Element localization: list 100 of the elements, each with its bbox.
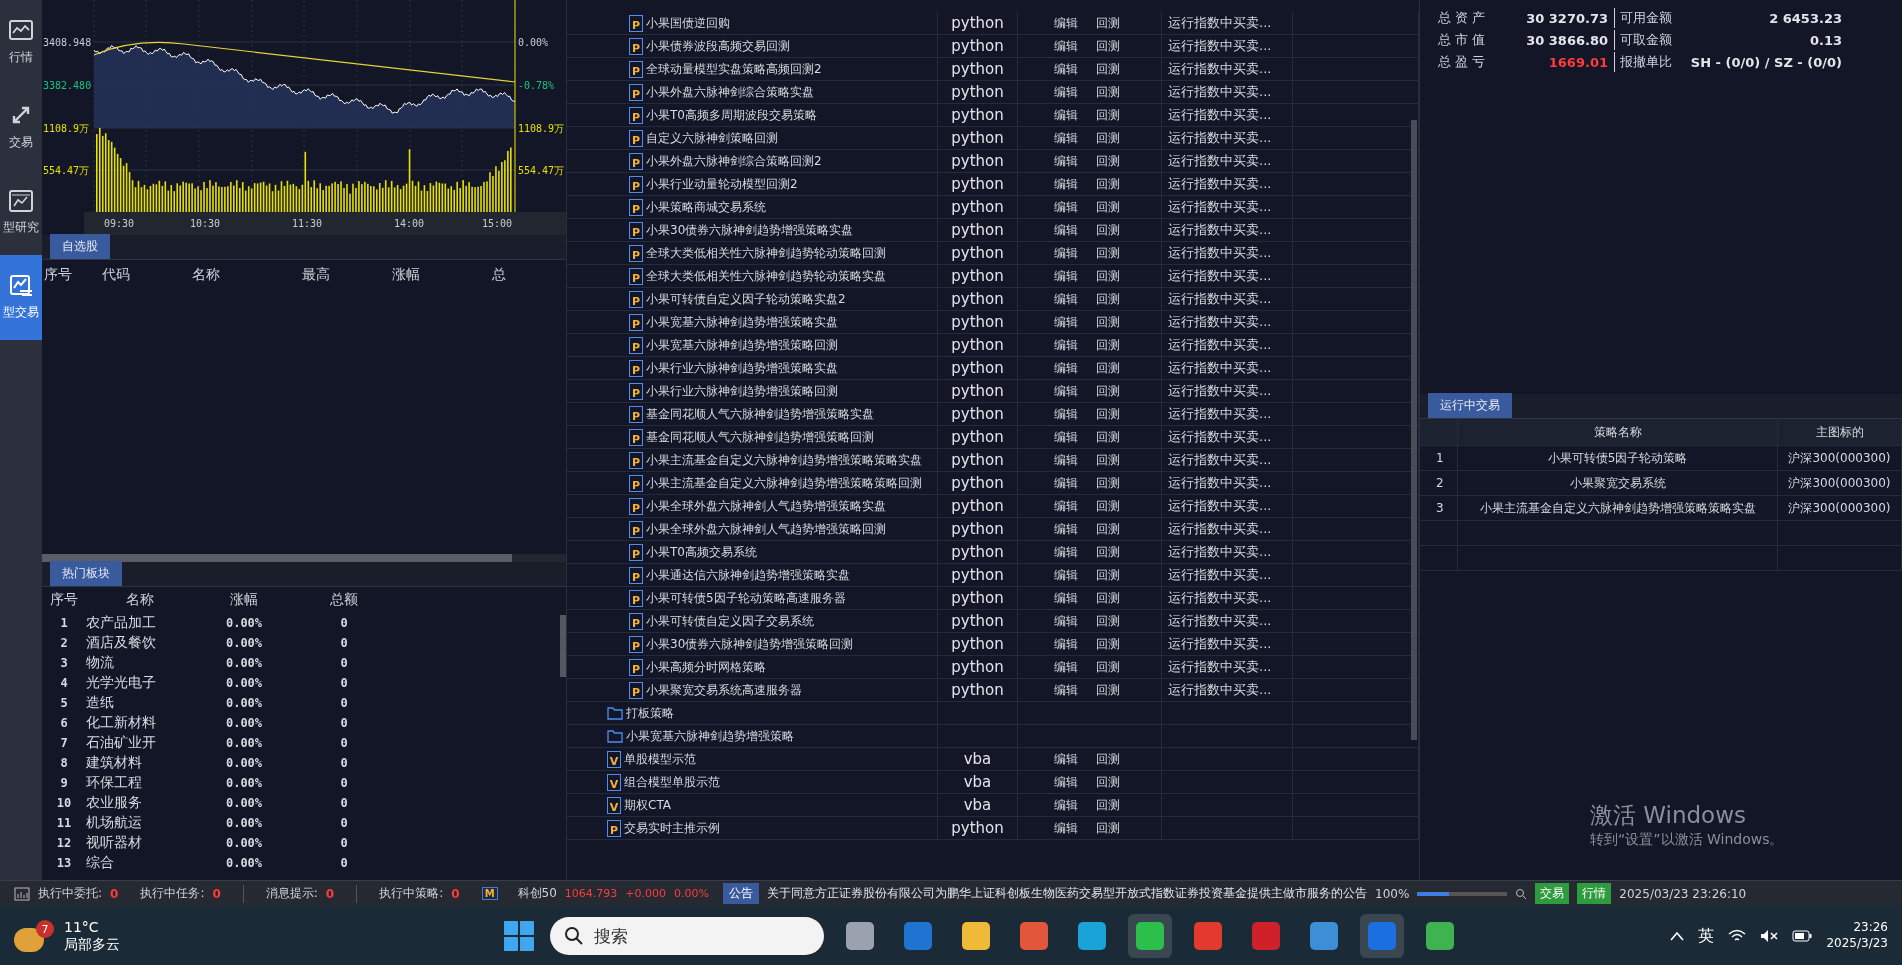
action-link[interactable]: 编辑 (1054, 244, 1078, 262)
strategy-name[interactable]: 小果可转债自定义因子轮动策略实盘2 (646, 290, 846, 308)
action-link[interactable]: 编辑 (1054, 129, 1078, 147)
panel-tab[interactable]: 自选股 (50, 234, 110, 259)
action-link[interactable]: 编辑 (1054, 175, 1078, 193)
action-link[interactable]: 回测 (1096, 635, 1120, 653)
taskbar-app[interactable] (1128, 914, 1173, 958)
column-header[interactable]: 总额 (330, 591, 358, 609)
action-link[interactable]: 编辑 (1054, 405, 1078, 423)
action-link[interactable]: 回测 (1096, 520, 1120, 538)
weather-icon[interactable] (14, 928, 44, 952)
strategy-name[interactable]: 期权CTA (624, 796, 671, 814)
model-icon[interactable]: M (481, 887, 498, 900)
action-link[interactable]: 编辑 (1054, 451, 1078, 469)
action-link[interactable]: 编辑 (1054, 566, 1078, 584)
strategy-name[interactable]: 小果T0高频多周期波段交易策略 (646, 106, 817, 124)
column-header[interactable]: 序号 (50, 591, 78, 609)
scrollbar[interactable] (560, 615, 566, 677)
action-link[interactable]: 编辑 (1054, 635, 1078, 653)
nav-tab[interactable]: 型交易 (0, 255, 42, 340)
panel-tab[interactable]: 热门板块 (50, 561, 122, 586)
strategy-name[interactable]: 小果外盘六脉神剑综合策略实盘 (646, 83, 814, 101)
notice-text[interactable]: 关于同意方正证券股份有限公司为鹏华上证科创板生物医药交易型开放式指数证券投资基金提供主做市服务的公告 (767, 886, 1368, 901)
strategy-name[interactable]: 小果国债逆回购 (646, 14, 730, 32)
mode-button[interactable]: 行情 (1577, 883, 1612, 904)
strategy-name[interactable]: 小果主流基金自定义六脉神剑趋势增强策略策略回测 (646, 474, 922, 492)
action-link[interactable]: 编辑 (1054, 796, 1078, 814)
action-link[interactable]: 编辑 (1054, 221, 1078, 239)
column-header[interactable]: 名称 (126, 591, 154, 609)
action-link[interactable]: 编辑 (1054, 106, 1078, 124)
strategy-name[interactable]: 小果行业动量轮动模型回测2 (646, 175, 798, 193)
panel-tab[interactable]: 运行中交易 (1428, 393, 1512, 418)
action-link[interactable]: 编辑 (1054, 336, 1078, 354)
wifi-icon[interactable] (1728, 929, 1747, 943)
action-link[interactable]: 回测 (1096, 14, 1120, 32)
clock-time[interactable]: 23:26 (1853, 920, 1888, 936)
clock-date[interactable]: 2025/3/23 (1826, 936, 1888, 952)
strategy-name[interactable]: 组合模型单股示范 (624, 773, 720, 791)
action-link[interactable]: 编辑 (1054, 773, 1078, 791)
strategy-name[interactable]: 全球大类低相关性六脉神剑趋势轮动策略实盘 (646, 267, 886, 285)
strategy-name[interactable]: 小果行业六脉神剑趋势增强策略回测 (646, 382, 838, 400)
action-link[interactable]: 编辑 (1054, 152, 1078, 170)
action-link[interactable]: 回测 (1096, 244, 1120, 262)
strategy-name[interactable]: 全球动量模型实盘策略高频回测2 (646, 60, 822, 78)
strategy-name[interactable]: 小果债券波段高频交易回测 (646, 37, 790, 55)
strategy-name[interactable]: 小果主流基金自定义六脉神剑趋势增强策略策略实盘 (646, 451, 922, 469)
action-link[interactable]: 编辑 (1054, 359, 1078, 377)
action-link[interactable]: 编辑 (1054, 750, 1078, 768)
search-icon[interactable] (1515, 887, 1528, 900)
strategy-name[interactable]: 小果30债券六脉神剑趋势增强策略实盘 (646, 221, 854, 239)
scrollbar[interactable] (42, 554, 512, 562)
column-header[interactable]: 代码 (102, 266, 192, 284)
action-link[interactable]: 回测 (1096, 773, 1120, 791)
action-link[interactable]: 回测 (1096, 796, 1120, 814)
action-link[interactable]: 回测 (1096, 681, 1120, 699)
action-link[interactable]: 回测 (1096, 543, 1120, 561)
action-link[interactable]: 回测 (1096, 359, 1120, 377)
strategy-name[interactable]: 小果外盘六脉神剑综合策略回测2 (646, 152, 822, 170)
chevron-up-icon[interactable] (1670, 931, 1685, 941)
battery-icon[interactable] (1792, 930, 1813, 942)
strategy-name[interactable]: 单股模型示范 (624, 750, 696, 768)
strategy-name[interactable]: 基金同花顺人气六脉神剑趋势增强策略回测 (646, 428, 874, 446)
action-link[interactable]: 回测 (1096, 612, 1120, 630)
action-link[interactable]: 回测 (1096, 221, 1120, 239)
scrollbar[interactable] (1411, 120, 1417, 740)
strategy-name[interactable]: 小果策略商城交易系统 (646, 198, 766, 216)
nav-tab[interactable]: 型研究 (0, 170, 42, 255)
column-header[interactable]: 序号 (44, 266, 102, 284)
action-link[interactable]: 回测 (1096, 198, 1120, 216)
action-link[interactable]: 编辑 (1054, 428, 1078, 446)
strategy-name[interactable]: 小果宽基六脉神剑趋势增强策略实盘 (646, 313, 838, 331)
action-link[interactable]: 回测 (1096, 474, 1120, 492)
action-link[interactable]: 编辑 (1054, 819, 1078, 837)
action-link[interactable]: 回测 (1096, 313, 1120, 331)
action-link[interactable]: 回测 (1096, 83, 1120, 101)
action-link[interactable]: 回测 (1096, 382, 1120, 400)
action-link[interactable]: 回测 (1096, 290, 1120, 308)
strategy-name[interactable]: 小果宽基六脉神剑趋势增强策略回测 (646, 336, 838, 354)
column-header[interactable]: 最高 (302, 266, 392, 284)
action-link[interactable]: 回测 (1096, 589, 1120, 607)
action-link[interactable]: 编辑 (1054, 497, 1078, 515)
strategy-name[interactable]: 打板策略 (626, 704, 674, 722)
column-header[interactable]: 名称 (192, 266, 302, 284)
action-link[interactable]: 回测 (1096, 497, 1120, 515)
action-link[interactable]: 回测 (1096, 152, 1120, 170)
strategy-name[interactable]: 小果全球外盘六脉神剑人气趋势增强策略回测 (646, 520, 886, 538)
action-link[interactable]: 编辑 (1054, 37, 1078, 55)
action-link[interactable]: 编辑 (1054, 520, 1078, 538)
strategy-name[interactable]: 小果宽基六脉神剑趋势增强策略 (626, 727, 794, 745)
action-link[interactable]: 回测 (1096, 336, 1120, 354)
action-link[interactable]: 编辑 (1054, 474, 1078, 492)
action-link[interactable]: 回测 (1096, 267, 1120, 285)
strategy-name[interactable]: 小果T0高频交易系统 (646, 543, 757, 561)
action-link[interactable]: 编辑 (1054, 83, 1078, 101)
column-header[interactable]: 主图标的 (1778, 419, 1902, 445)
action-link[interactable]: 编辑 (1054, 60, 1078, 78)
action-link[interactable]: 回测 (1096, 106, 1120, 124)
action-link[interactable]: 回测 (1096, 451, 1120, 469)
mode-button[interactable]: 交易 (1535, 883, 1570, 904)
action-link[interactable]: 编辑 (1054, 612, 1078, 630)
